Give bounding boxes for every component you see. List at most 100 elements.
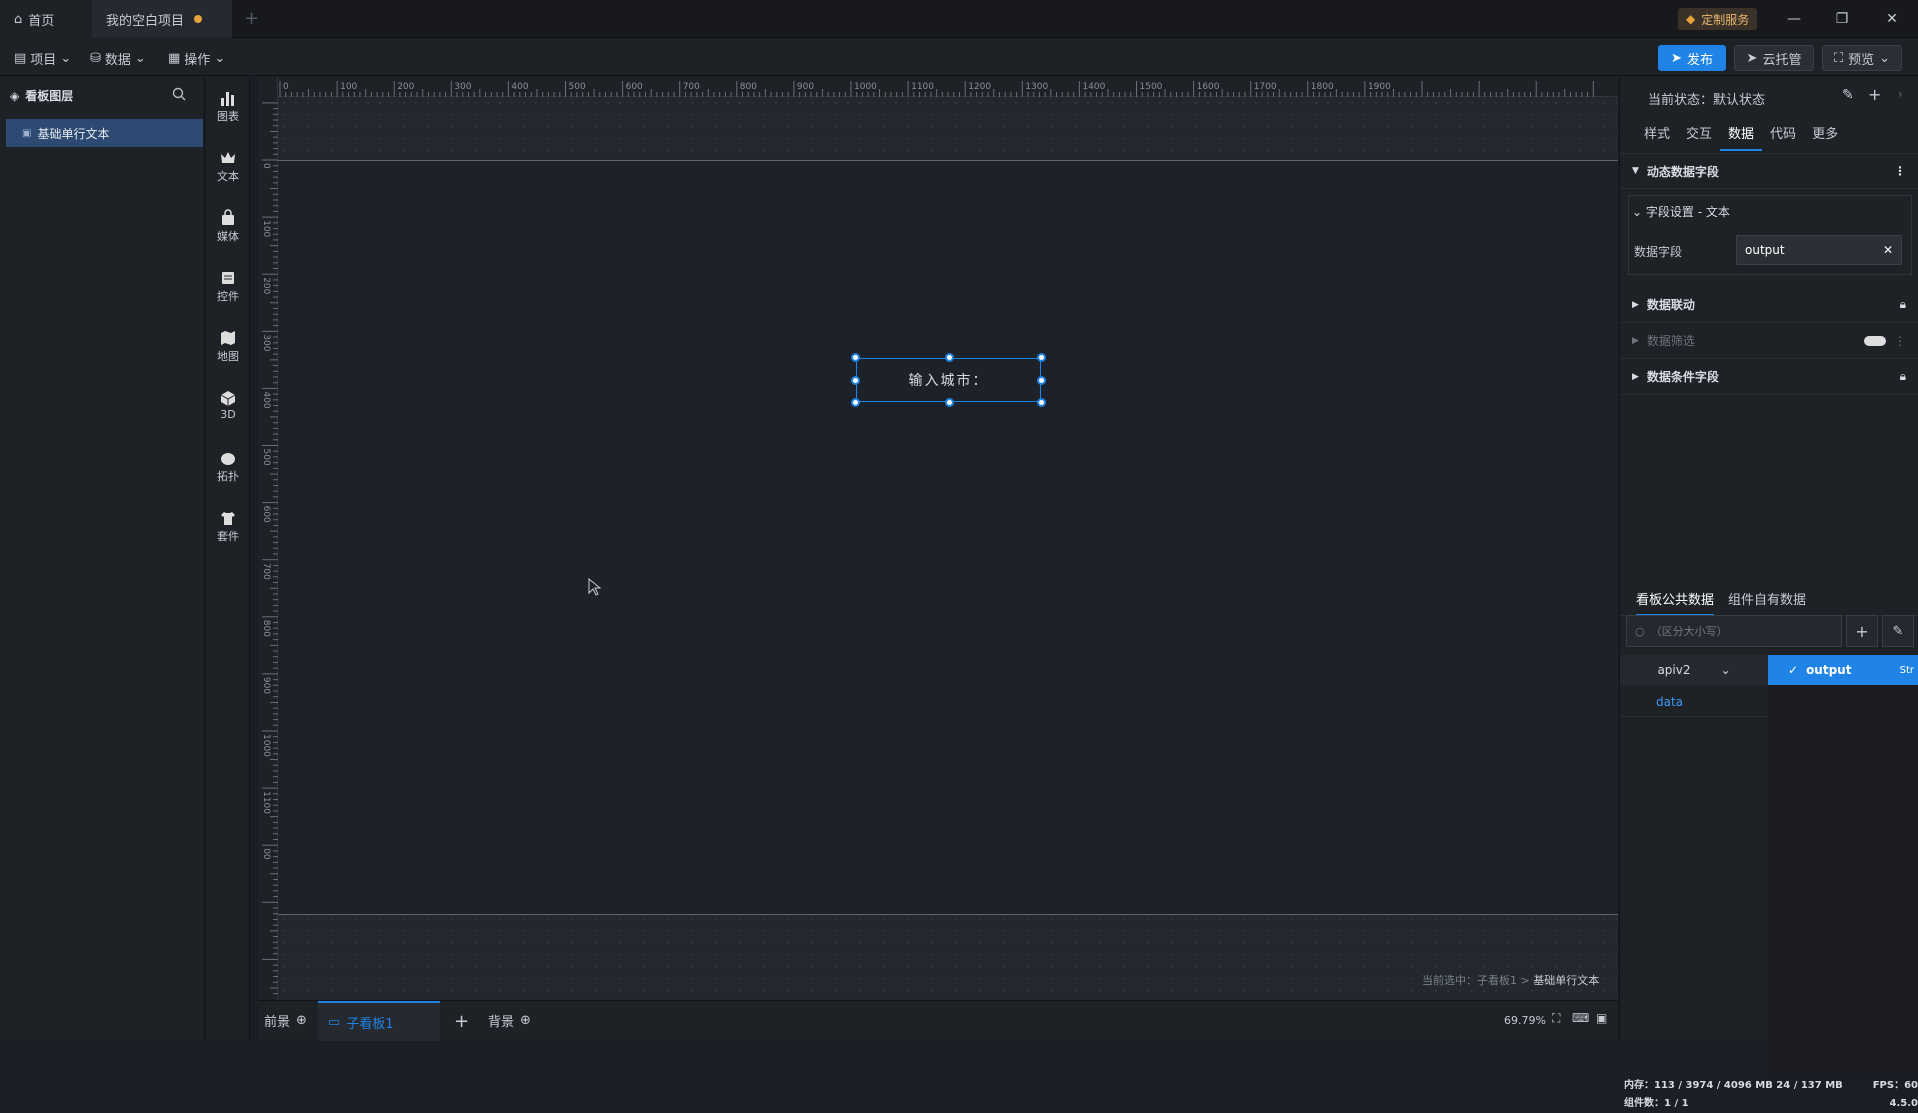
- more-vertical-icon[interactable]: ⋮: [1894, 334, 1906, 348]
- resize-handle[interactable]: [1037, 353, 1046, 362]
- toggle-switch[interactable]: [1864, 335, 1886, 346]
- section-data-linkage[interactable]: ▶ 数据联动 🔒︎: [1620, 287, 1918, 323]
- property-tabs: 样式 交互 数据 代码 更多: [1636, 125, 1846, 151]
- output-field-item[interactable]: ✓ output Str: [1768, 655, 1918, 685]
- resize-handle[interactable]: [945, 398, 954, 407]
- ruler-label: 1000: [261, 734, 271, 757]
- ruler-label: 700: [683, 82, 700, 92]
- ruler-label: 800: [740, 82, 757, 92]
- tab-component-own-data[interactable]: 组件自有数据: [1728, 589, 1806, 608]
- selection-breadcrumb: 当前选中：子看板1 > 基础单行文本: [1422, 974, 1600, 987]
- control-icon: [222, 272, 234, 284]
- add-board-icon[interactable]: +: [454, 1011, 469, 1032]
- dashboard-board[interactable]: [278, 160, 1618, 915]
- component-chart[interactable]: 图表: [206, 89, 250, 124]
- zoom-level[interactable]: 69.79%: [1504, 1014, 1546, 1027]
- field-setting-title[interactable]: ⌄ 字段设置 - 文本: [1632, 203, 1730, 220]
- resize-handle[interactable]: [945, 353, 954, 362]
- chevron-down-icon: ⌄: [1632, 205, 1643, 219]
- database-icon: ⛁: [90, 50, 101, 66]
- map-icon: [221, 331, 235, 345]
- api-select[interactable]: apiv2 ⌄: [1620, 655, 1768, 685]
- menu-project[interactable]: ▤ 项目 ⌄: [14, 48, 71, 68]
- keyboard-icon[interactable]: ⌨: [1572, 1011, 1589, 1025]
- ruler-label: 1700: [1254, 82, 1277, 92]
- tab-background[interactable]: 背景 ⊕: [488, 1011, 531, 1030]
- add-circle-icon[interactable]: ⊕: [296, 1013, 307, 1028]
- component-3d[interactable]: 3D: [206, 389, 250, 421]
- add-data-button[interactable]: +: [1846, 615, 1878, 647]
- data-list-item[interactable]: data: [1656, 695, 1683, 709]
- tab-more[interactable]: 更多: [1804, 125, 1846, 151]
- close-icon[interactable]: ✕: [1880, 8, 1904, 30]
- tab-foreground[interactable]: 前景 ⊕: [264, 1011, 307, 1030]
- resize-handle[interactable]: [1037, 398, 1046, 407]
- component-map[interactable]: 地图: [206, 329, 250, 364]
- selected-text-component[interactable]: 输入城市：: [851, 353, 1046, 407]
- component-topology[interactable]: 拓扑: [206, 449, 250, 484]
- menu-operation[interactable]: ▦ 操作 ⌄: [168, 48, 225, 68]
- add-circle-icon[interactable]: ⊕: [520, 1013, 531, 1028]
- ruler-label: 900: [261, 677, 271, 694]
- ruler-label: 400: [511, 82, 528, 92]
- tab-data[interactable]: 数据: [1720, 125, 1763, 151]
- terminal-icon[interactable]: ▣: [1596, 1011, 1607, 1025]
- menu-data[interactable]: ⛁ 数据 ⌄: [90, 48, 146, 68]
- ruler-label: 800: [261, 620, 271, 637]
- component-text[interactable]: 文本: [206, 149, 250, 184]
- publish-button[interactable]: ➤ 发布: [1658, 45, 1726, 71]
- ruler-label: 600: [626, 82, 643, 92]
- lock-icon: 🔒︎: [1899, 369, 1906, 383]
- check-icon: ✓: [1788, 663, 1799, 677]
- resize-handle[interactable]: [851, 376, 860, 385]
- edit-data-button[interactable]: ✎: [1882, 615, 1914, 647]
- ruler-label: 1100: [261, 791, 271, 814]
- clear-icon[interactable]: ✕: [1883, 243, 1893, 257]
- fit-screen-icon[interactable]: ⛶: [1552, 1011, 1560, 1026]
- tab-board-public-data[interactable]: 看板公共数据: [1636, 589, 1715, 616]
- more-vertical-icon[interactable]: ⋮: [1894, 164, 1906, 178]
- add-tab-icon[interactable]: +: [244, 8, 259, 29]
- tab-code[interactable]: 代码: [1762, 125, 1804, 151]
- ruler-label: 1200: [968, 82, 991, 92]
- section-data-filter[interactable]: ▶ 数据筛选 ⋮: [1620, 323, 1918, 359]
- tab-project[interactable]: 我的空白项目: [92, 0, 232, 38]
- resize-handle[interactable]: [851, 353, 860, 362]
- edit-icon[interactable]: ✎: [1842, 87, 1854, 103]
- search-icon[interactable]: [172, 87, 186, 104]
- minimize-icon[interactable]: —: [1782, 8, 1806, 30]
- horizontal-ruler: 0 100 200 300 400 500 600 700 800 900 1000 1100 1200…: [278, 77, 1618, 97]
- layer-panel: ◈ 看板图层 ▣ 基础单行文本: [0, 77, 205, 1040]
- send-icon: ➤: [1671, 50, 1682, 66]
- chevron-right-icon[interactable]: ›: [1898, 87, 1903, 101]
- ruler-label: 0: [261, 163, 271, 169]
- component-control[interactable]: 控件: [206, 269, 250, 304]
- resize-handle[interactable]: [1037, 376, 1046, 385]
- ruler-label: 1600: [1197, 82, 1220, 92]
- add-icon[interactable]: +: [1868, 85, 1881, 104]
- resize-handle[interactable]: [851, 398, 860, 407]
- ruler-label: 600: [261, 506, 271, 523]
- component-kit[interactable]: 套件: [206, 509, 250, 544]
- component-media[interactable]: 媒体: [206, 209, 250, 244]
- tab-subboard[interactable]: ▭ 子看板1: [318, 1001, 440, 1041]
- cloud-hosting-button[interactable]: ➤ 云托管: [1734, 45, 1814, 71]
- search-icon: ○: [1635, 624, 1645, 638]
- preview-button[interactable]: ⛶ 预览 ⌄: [1822, 45, 1902, 71]
- tab-interaction[interactable]: 交互: [1678, 125, 1720, 151]
- tab-home[interactable]: ⌂ 首页: [0, 0, 92, 38]
- layer-panel-header: ◈ 看板图层: [10, 88, 74, 104]
- tab-style[interactable]: 样式: [1636, 125, 1678, 151]
- ruler-label: 1900: [1368, 82, 1391, 92]
- section-data-condition[interactable]: ▶ 数据条件字段 🔒︎: [1620, 359, 1918, 395]
- restore-icon[interactable]: ❐: [1830, 8, 1854, 30]
- data-field-input[interactable]: output ✕: [1736, 235, 1902, 265]
- field-list-area: [1768, 685, 1918, 1078]
- ruler-label: 200: [261, 277, 271, 294]
- ruler-label: 1100: [911, 82, 934, 92]
- section-dynamic-fields[interactable]: ▼ 动态数据字段 ⋮: [1620, 153, 1918, 189]
- data-search-input[interactable]: ○ （区分大小写）: [1626, 615, 1842, 647]
- custom-service-button[interactable]: ◆ 定制服务: [1678, 8, 1758, 30]
- layer-item[interactable]: ▣ 基础单行文本: [6, 119, 203, 147]
- ruler-label: 1000: [854, 82, 877, 92]
